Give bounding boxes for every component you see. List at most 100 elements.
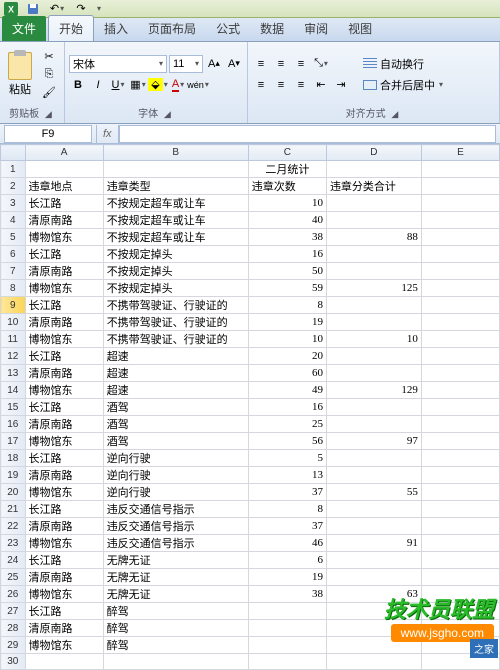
row-header-20[interactable]: 20 — [1, 484, 26, 501]
row-header-22[interactable]: 22 — [1, 518, 26, 535]
cell-E28[interactable] — [421, 620, 499, 637]
formula-bar[interactable] — [119, 125, 496, 143]
align-right-button[interactable]: ≡ — [292, 76, 310, 94]
row-header-14[interactable]: 14 — [1, 382, 26, 399]
cell-D19[interactable] — [326, 467, 421, 484]
cell-A23[interactable]: 博物馆东 — [25, 535, 103, 552]
cell-C3[interactable]: 10 — [248, 195, 326, 212]
cell-E26[interactable] — [421, 586, 499, 603]
copy-button[interactable]: ⎘ — [40, 65, 58, 83]
column-header-A[interactable]: A — [25, 145, 103, 161]
cell-C25[interactable]: 19 — [248, 569, 326, 586]
cell-A2[interactable]: 违章地点 — [25, 178, 103, 195]
orientation-button[interactable]: ⤡▾ — [312, 55, 330, 73]
select-all-button[interactable] — [1, 145, 26, 161]
row-header-30[interactable]: 30 — [1, 654, 26, 670]
increase-indent-button[interactable]: ⇥ — [332, 76, 350, 94]
cell-D3[interactable] — [326, 195, 421, 212]
row-header-16[interactable]: 16 — [1, 416, 26, 433]
cell-D17[interactable]: 97 — [326, 433, 421, 450]
cell-E16[interactable] — [421, 416, 499, 433]
border-button[interactable]: ▦▾ — [129, 76, 147, 94]
row-header-4[interactable]: 4 — [1, 212, 26, 229]
underline-button[interactable]: U▾ — [109, 76, 127, 94]
cut-button[interactable]: ✂ — [40, 47, 58, 65]
cell-D22[interactable] — [326, 518, 421, 535]
cell-B12[interactable]: 超速 — [103, 348, 248, 365]
cell-C26[interactable]: 38 — [248, 586, 326, 603]
cell-E7[interactable] — [421, 263, 499, 280]
cell-A15[interactable]: 长江路 — [25, 399, 103, 416]
cell-B6[interactable]: 不按规定掉头 — [103, 246, 248, 263]
cell-C9[interactable]: 8 — [248, 297, 326, 314]
cell-C7[interactable]: 50 — [248, 263, 326, 280]
row-header-9[interactable]: 9 — [1, 297, 26, 314]
row-header-28[interactable]: 28 — [1, 620, 26, 637]
cell-B4[interactable]: 不按规定超车或让车 — [103, 212, 248, 229]
cell-A28[interactable]: 清原南路 — [25, 620, 103, 637]
cell-B21[interactable]: 违反交通信号指示 — [103, 501, 248, 518]
cell-E24[interactable] — [421, 552, 499, 569]
decrease-font-button[interactable]: A▾ — [225, 55, 243, 73]
cell-E9[interactable] — [421, 297, 499, 314]
cell-E10[interactable] — [421, 314, 499, 331]
cell-C17[interactable]: 56 — [248, 433, 326, 450]
row-header-26[interactable]: 26 — [1, 586, 26, 603]
cell-D6[interactable] — [326, 246, 421, 263]
cell-A4[interactable]: 清原南路 — [25, 212, 103, 229]
column-header-C[interactable]: C — [248, 145, 326, 161]
cell-D12[interactable] — [326, 348, 421, 365]
cell-B26[interactable]: 无牌无证 — [103, 586, 248, 603]
cell-B16[interactable]: 酒驾 — [103, 416, 248, 433]
cell-B20[interactable]: 逆向行驶 — [103, 484, 248, 501]
cell-E22[interactable] — [421, 518, 499, 535]
cell-A26[interactable]: 博物馆东 — [25, 586, 103, 603]
cell-B9[interactable]: 不携带驾驶证、行驶证的 — [103, 297, 248, 314]
cell-D26[interactable]: 63 — [326, 586, 421, 603]
cell-A24[interactable]: 长江路 — [25, 552, 103, 569]
cell-D9[interactable] — [326, 297, 421, 314]
italic-button[interactable]: I — [89, 76, 107, 94]
cell-A21[interactable]: 长江路 — [25, 501, 103, 518]
cell-E6[interactable] — [421, 246, 499, 263]
row-header-19[interactable]: 19 — [1, 467, 26, 484]
alignment-launcher[interactable]: ◢ — [388, 108, 401, 120]
cell-C16[interactable]: 25 — [248, 416, 326, 433]
cell-E14[interactable] — [421, 382, 499, 399]
cell-B23[interactable]: 违反交通信号指示 — [103, 535, 248, 552]
cell-E4[interactable] — [421, 212, 499, 229]
cell-D28[interactable] — [326, 620, 421, 637]
cell-D29[interactable] — [326, 637, 421, 654]
cell-A27[interactable]: 长江路 — [25, 603, 103, 620]
cell-C27[interactable] — [248, 603, 326, 620]
cell-C13[interactable]: 60 — [248, 365, 326, 382]
row-header-15[interactable]: 15 — [1, 399, 26, 416]
cell-E27[interactable] — [421, 603, 499, 620]
tab-insert[interactable]: 插入 — [94, 16, 138, 41]
row-header-11[interactable]: 11 — [1, 331, 26, 348]
row-header-7[interactable]: 7 — [1, 263, 26, 280]
fill-color-button[interactable]: ⬙▾ — [149, 76, 167, 94]
cell-D27[interactable] — [326, 603, 421, 620]
cell-B19[interactable]: 逆向行驶 — [103, 467, 248, 484]
cell-A14[interactable]: 博物馆东 — [25, 382, 103, 399]
cell-B18[interactable]: 逆向行驶 — [103, 450, 248, 467]
cell-C23[interactable]: 46 — [248, 535, 326, 552]
row-header-13[interactable]: 13 — [1, 365, 26, 382]
decrease-indent-button[interactable]: ⇤ — [312, 76, 330, 94]
tab-formulas[interactable]: 公式 — [206, 16, 250, 41]
row-header-5[interactable]: 5 — [1, 229, 26, 246]
sheet-title[interactable]: 二月统计 — [248, 161, 326, 178]
cell-E8[interactable] — [421, 280, 499, 297]
tab-home[interactable]: 开始 — [48, 15, 94, 41]
cell-E11[interactable] — [421, 331, 499, 348]
column-header-B[interactable]: B — [103, 145, 248, 161]
cell-A10[interactable]: 清原南路 — [25, 314, 103, 331]
cell-D21[interactable] — [326, 501, 421, 518]
cell-D11[interactable]: 10 — [326, 331, 421, 348]
format-painter-button[interactable]: 🖌 — [40, 83, 58, 101]
font-size-combo[interactable]: 11▾ — [169, 55, 203, 73]
cell-E20[interactable] — [421, 484, 499, 501]
cell-E18[interactable] — [421, 450, 499, 467]
cell-D5[interactable]: 88 — [326, 229, 421, 246]
